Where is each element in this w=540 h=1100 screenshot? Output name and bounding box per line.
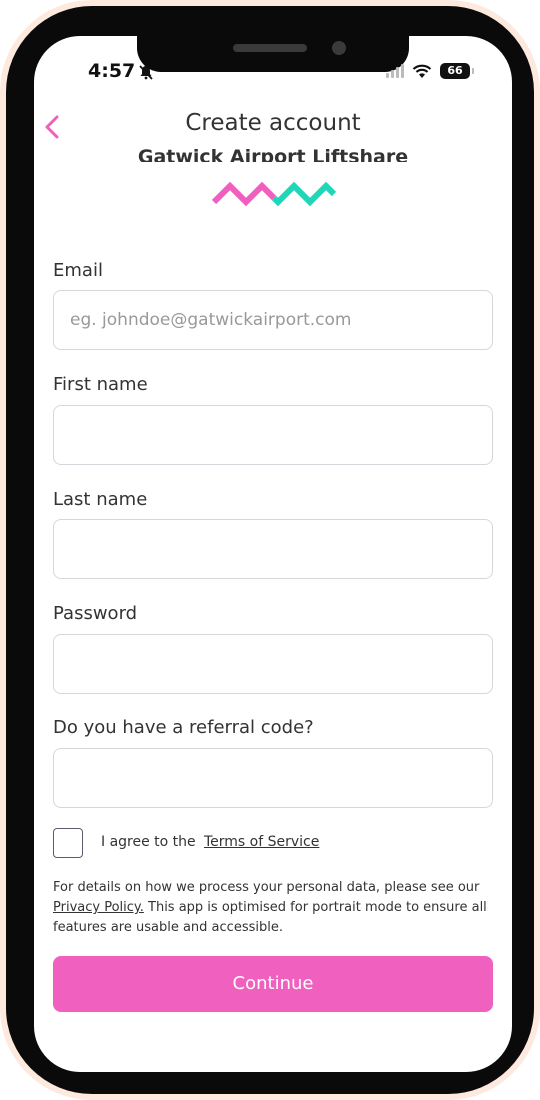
privacy-policy-link[interactable]: Privacy Policy.	[53, 900, 144, 915]
password-field[interactable]	[53, 634, 493, 694]
terms-checkbox[interactable]	[53, 828, 83, 858]
speaker-grille	[233, 44, 307, 52]
wifi-icon	[412, 64, 432, 78]
device-notch	[137, 36, 409, 72]
first-name-field[interactable]	[53, 405, 493, 465]
liftshare-logo-icon	[211, 181, 337, 207]
page-title: Create account	[185, 110, 361, 136]
front-camera	[332, 41, 346, 55]
status-time: 4:57	[88, 60, 136, 82]
status-indicators: 66	[386, 63, 474, 79]
continue-button[interactable]: Continue	[53, 956, 493, 1012]
email-label: Email	[53, 260, 103, 281]
terms-agree-label: I agree to the	[101, 834, 196, 850]
password-label: Password	[53, 603, 138, 624]
brand-name: Gatwick Airport Liftshare	[137, 146, 409, 162]
privacy-notice: For details on how we process your perso…	[53, 880, 487, 935]
last-name-field[interactable]	[53, 519, 493, 579]
terms-of-service-link[interactable]: Terms of Service	[204, 834, 319, 850]
battery-indicator: 66	[440, 63, 474, 79]
first-name-label: First name	[53, 374, 148, 395]
app-screen: 4:57 66 Create account Gatwick Airport L…	[34, 36, 512, 1072]
cellular-signal-icon	[386, 64, 404, 78]
last-name-label: Last name	[53, 489, 148, 510]
referral-code-label: Do you have a referral code?	[53, 717, 314, 738]
email-field[interactable]: eg. johndoe@gatwickairport.com	[53, 290, 493, 350]
referral-code-field[interactable]	[53, 748, 493, 808]
